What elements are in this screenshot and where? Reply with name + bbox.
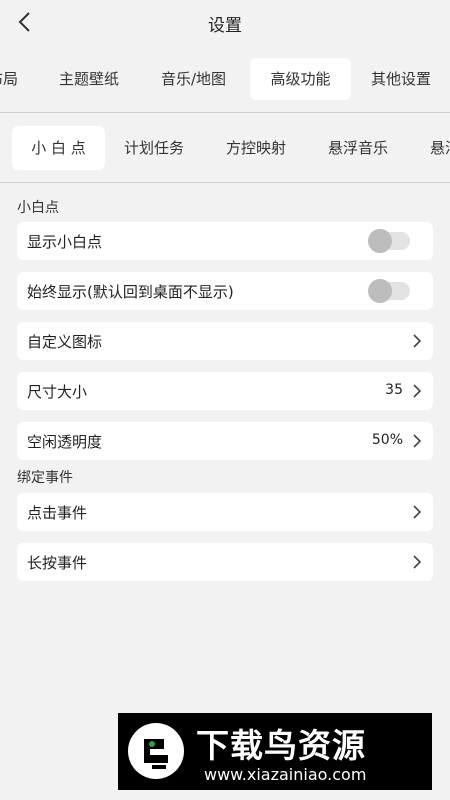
row-custom-icon[interactable]: 自定义图标	[17, 322, 433, 360]
row-idle-opacity[interactable]: 空闲透明度 50%	[17, 422, 433, 460]
row-long-press-event[interactable]: 长按事件	[17, 543, 433, 581]
tab-scheduled-tasks[interactable]: 计划任务	[124, 126, 184, 170]
subtabs-divider	[0, 182, 450, 183]
tab-white-dot[interactable]: 小 白 点	[12, 126, 105, 170]
title-bar: 设置	[0, 0, 450, 46]
always-show-label: 始终显示(默认回到桌面不显示)	[27, 283, 234, 301]
row-click-event[interactable]: 点击事件	[17, 493, 433, 531]
bird-logo-icon	[128, 723, 184, 779]
long-press-event-label: 长按事件	[27, 554, 88, 572]
tab-floating[interactable]: 悬浮	[430, 126, 450, 170]
chevron-right-icon	[413, 555, 422, 569]
size-value: 35	[385, 382, 403, 398]
always-show-toggle[interactable]	[368, 279, 410, 303]
show-dot-toggle[interactable]	[368, 229, 410, 253]
size-label: 尺寸大小	[27, 383, 88, 401]
idle-opacity-value: 50%	[371, 432, 403, 448]
tab-steering-mapping[interactable]: 方控映射	[226, 126, 286, 170]
toggle-knob	[368, 229, 392, 253]
custom-icon-label: 自定义图标	[27, 333, 103, 351]
tab-advanced[interactable]: 高级功能	[250, 58, 351, 100]
chevron-right-icon	[413, 434, 422, 448]
sub-tabs: 小 白 点 计划任务 方控映射 悬浮音乐 悬浮	[0, 124, 450, 174]
page-title: 设置	[208, 16, 242, 36]
tab-music-map[interactable]: 音乐/地图	[161, 58, 226, 100]
tab-layout[interactable]: 布局	[0, 58, 18, 100]
chevron-right-icon	[413, 505, 422, 519]
idle-opacity-label: 空闲透明度	[27, 433, 103, 451]
click-event-label: 点击事件	[27, 504, 88, 522]
chevron-right-icon	[413, 384, 422, 398]
toggle-knob	[368, 279, 392, 303]
chevron-right-icon	[413, 334, 422, 348]
tab-floating-music[interactable]: 悬浮音乐	[328, 126, 388, 170]
section-title-bind-events: 绑定事件	[17, 470, 73, 486]
row-show-dot: 显示小白点	[17, 222, 433, 260]
show-dot-label: 显示小白点	[27, 233, 103, 251]
watermark-brand: 下载鸟资源	[196, 726, 366, 765]
tab-other-settings[interactable]: 其他设置	[371, 58, 431, 100]
section-title-white-dot: 小白点	[17, 200, 59, 216]
watermark-banner: 下载鸟资源 www.xiazainiao.com	[118, 713, 432, 790]
row-always-show: 始终显示(默认回到桌面不显示)	[17, 272, 433, 310]
row-size[interactable]: 尺寸大小 35	[17, 372, 433, 410]
tabs-divider	[0, 112, 450, 113]
watermark-url: www.xiazainiao.com	[204, 765, 367, 784]
category-tabs: 布局 主题壁纸 音乐/地图 高级功能 其他设置	[0, 54, 450, 104]
tab-theme-wallpaper[interactable]: 主题壁纸	[59, 58, 119, 100]
